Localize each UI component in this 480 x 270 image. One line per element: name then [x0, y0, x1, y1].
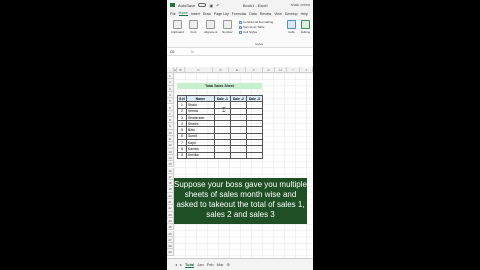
clipboard-group[interactable]: Clipboard	[171, 20, 184, 34]
conditional-formatting-icon	[239, 21, 242, 24]
sales-table: S.N Name Sale -1 Sale -2 Sale -3 1 Shalu …	[177, 94, 263, 159]
next-sheet-icon[interactable]: ▸	[180, 262, 182, 267]
sheet-title-cell[interactable]: Total Sales Sheet	[177, 83, 262, 89]
sale-cell[interactable]	[245, 151, 263, 159]
tab-help[interactable]: Help	[301, 12, 308, 16]
sheet-tabs-bar: ◂ ▸ Total Jan Feb Mar ⊕	[167, 258, 313, 270]
name-box[interactable]: D5	[170, 50, 186, 54]
fx-icon[interactable]: fx	[191, 50, 194, 54]
cells-group[interactable]: Cells	[287, 20, 296, 34]
formula-bar: D5 fx	[167, 48, 313, 56]
tab-draw[interactable]: Draw	[203, 12, 211, 16]
alignment-group[interactable]: Alignment	[204, 20, 217, 34]
editing-icon	[301, 20, 311, 29]
tab-formulas[interactable]: Formulas	[232, 12, 247, 16]
styles-group-label: Styles	[255, 42, 264, 46]
cell-styles-icon	[239, 31, 242, 34]
tab-page-layout[interactable]: Page Lay	[214, 12, 229, 16]
sale-cell[interactable]	[229, 151, 247, 159]
autosave-label: AutoSave	[178, 2, 196, 8]
sheet-tab-feb[interactable]: Feb	[207, 262, 214, 267]
font-icon	[189, 20, 198, 29]
table-icon	[239, 26, 242, 29]
undo-icon[interactable]: ↶	[216, 3, 219, 8]
autosave-toggle[interactable]	[198, 3, 207, 7]
sheet-tab-jan[interactable]: Jan	[197, 262, 203, 267]
tab-view[interactable]: View	[274, 12, 282, 16]
save-icon[interactable]: ▣	[209, 3, 213, 8]
ribbon: Clipboard Font Alignment Number Conditio…	[167, 17, 313, 48]
add-sheet-icon[interactable]: ⊕	[227, 262, 230, 267]
worksheet-grid[interactable]: A B C D E F G H I J 1 2 3 4 5 6 7 8 9 10…	[167, 67, 313, 258]
table-row: 9 Annika	[177, 151, 263, 159]
prev-sheet-icon[interactable]: ◂	[175, 262, 177, 267]
menu-tabs: File Home Insert Draw Page Lay Formulas …	[167, 10, 313, 17]
video-caption: Suppose your boss gave you multiple shee…	[174, 178, 307, 224]
name-cell[interactable]: Annika	[185, 151, 215, 159]
mouse-cursor-icon: ⌶	[222, 108, 226, 114]
excel-logo-icon	[170, 3, 175, 7]
tab-file[interactable]: File	[170, 12, 176, 16]
tab-insert[interactable]: Insert	[191, 12, 200, 16]
styles-group: Conditional Formatting Format as Table C…	[239, 20, 273, 35]
number-group[interactable]: Number	[222, 20, 233, 34]
excel-window: AutoSave ▣ ↶ Book1 - Excel shalu verma F…	[167, 0, 313, 270]
sheet-tab-mar[interactable]: Mar	[217, 262, 224, 267]
title-bar: AutoSave ▣ ↶ Book1 - Excel shalu verma	[167, 0, 313, 10]
editing-group[interactable]: Editing	[301, 20, 310, 34]
cell-styles-button[interactable]: Cell Styles	[239, 30, 273, 35]
sale-cell[interactable]	[213, 151, 231, 159]
alignment-icon	[206, 20, 216, 29]
cells-icon	[287, 20, 296, 29]
sn-cell[interactable]: 9	[177, 151, 187, 159]
tab-home[interactable]: Home	[178, 11, 188, 16]
window-title: Book1 - Excel	[242, 2, 268, 8]
tab-developer[interactable]: Develop	[285, 12, 298, 16]
tab-review[interactable]: Review	[260, 12, 271, 16]
tab-data[interactable]: Data	[249, 12, 256, 16]
sheet-tab-total[interactable]: Total	[185, 262, 195, 268]
percent-icon	[222, 20, 232, 29]
user-name[interactable]: shalu verma	[291, 3, 310, 7]
font-group[interactable]: Font	[189, 20, 198, 34]
clipboard-icon	[172, 20, 182, 29]
row-header[interactable]: 29	[167, 249, 174, 256]
